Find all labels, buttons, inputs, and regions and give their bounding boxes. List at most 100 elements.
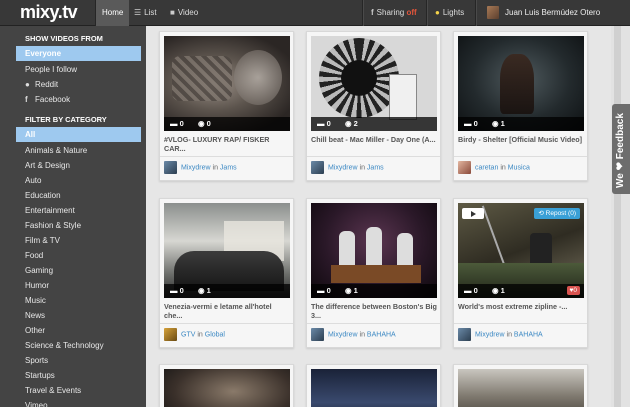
nav-home[interactable]: Home [96, 0, 130, 26]
feedback-tab[interactable]: We ❤ Feedback [612, 104, 630, 194]
sharing-state: off [406, 8, 417, 17]
channel-link[interactable]: Global [205, 331, 225, 338]
facebook-icon: f [25, 95, 28, 104]
nav-video[interactable]: ■ Video [164, 0, 204, 26]
video-thumbnail[interactable]: ▬ 0 ◉ 1 [458, 36, 584, 131]
category-art-design[interactable]: Art & Design [16, 158, 141, 173]
source-everyone[interactable]: Everyone [16, 46, 141, 61]
video-thumbnail[interactable] [164, 369, 290, 407]
play-icon[interactable] [462, 208, 484, 219]
video-card[interactable] [453, 364, 588, 407]
source-reddit[interactable]: ● Reddit [16, 77, 141, 92]
nav-separator [475, 0, 476, 26]
comment-count: ▬ 0 [317, 286, 331, 295]
category-education[interactable]: Education [16, 188, 141, 203]
video-thumbnail[interactable]: ▬ 0 ◉ 0 [164, 36, 290, 131]
video-thumbnail[interactable]: ▬ 0 ◉ 1 [164, 203, 290, 298]
logo[interactable]: mixy.tv [20, 2, 78, 23]
video-meta: Mixydrew in BAHAHA [458, 328, 543, 342]
category-science-technology[interactable]: Science & Technology [16, 338, 141, 353]
category-animals-nature[interactable]: Animals & Nature [16, 143, 141, 158]
video-thumbnail[interactable] [458, 369, 584, 407]
category-humor[interactable]: Humor [16, 278, 141, 293]
user-link[interactable]: Mixydrew [181, 164, 211, 171]
category-entertainment[interactable]: Entertainment [16, 203, 141, 218]
category-music[interactable]: Music [16, 293, 141, 308]
source-facebook[interactable]: f Facebook [16, 92, 141, 107]
category-startups[interactable]: Startups [16, 368, 141, 383]
video-title[interactable]: #VLOG- LUXURY RAP/ FISKER CAR... [164, 135, 290, 153]
video-card[interactable]: ▬ 0 ◉ 2 Chill beat - Mac Miller - Day On… [306, 31, 441, 181]
feedback-label: We ❤ Feedback [615, 113, 626, 188]
video-card[interactable]: ▬ 0 ◉ 1 Birdy - Shelter [Official Music … [453, 31, 588, 181]
nav-separator [426, 0, 427, 26]
video-card[interactable]: ▬ 0 ◉ 0 #VLOG- LUXURY RAP/ FISKER CAR...… [159, 31, 294, 181]
source-people-i-follow[interactable]: People I follow [16, 62, 141, 77]
lights-toggle[interactable]: ● Lights [429, 0, 470, 26]
user-link[interactable]: Mixydrew [328, 331, 358, 338]
nav-list[interactable]: ☰ List [128, 0, 163, 26]
in-label: in [212, 164, 218, 172]
category-film-tv[interactable]: Film & TV [16, 233, 141, 248]
comment-count: ▬ 0 [317, 119, 331, 128]
video-thumbnail[interactable]: ▬ 0 ◉ 2 [311, 36, 437, 131]
video-meta: Mixydrew in Jams [164, 161, 237, 175]
video-title[interactable]: Venezia-vermi e letame all'hotel che... [164, 302, 290, 320]
category-news[interactable]: News [16, 308, 141, 323]
category-sports[interactable]: Sports [16, 353, 141, 368]
video-card[interactable] [159, 364, 294, 407]
user-avatar[interactable] [164, 161, 177, 174]
scrollbar-thumb[interactable] [614, 26, 621, 407]
source-facebook-label: Facebook [35, 95, 71, 104]
user-link[interactable]: GTV [181, 331, 195, 338]
video-grid: ▬ 0 ◉ 0 #VLOG- LUXURY RAP/ FISKER CAR...… [146, 26, 611, 407]
category-gaming[interactable]: Gaming [16, 263, 141, 278]
sharing-toggle[interactable]: f Sharing off [365, 0, 423, 26]
channel-link[interactable]: Jams [367, 164, 384, 171]
user-avatar[interactable] [311, 328, 324, 341]
lightbulb-icon: ● [435, 8, 440, 17]
category-travel-events[interactable]: Travel & Events [16, 383, 141, 398]
user-avatar[interactable] [487, 6, 499, 19]
channel-link[interactable]: Musica [508, 164, 530, 171]
divider [160, 323, 293, 324]
video-card[interactable]: ▬ 0 ◉ 1 Venezia-vermi e letame all'hotel… [159, 198, 294, 348]
user-avatar[interactable] [164, 328, 177, 341]
top-bar: mixy.tv Home ☰ List ■ Video f Sharing off ●… [0, 0, 630, 26]
channel-link[interactable]: BAHAHA [514, 331, 543, 338]
user-link[interactable]: Mixydrew [328, 164, 358, 171]
list-icon: ☰ [134, 8, 142, 17]
video-thumbnail[interactable]: ▬ 0 ◉ 1 [311, 203, 437, 298]
user-name[interactable]: Juan Luis Bermúdez Otero [499, 0, 606, 26]
video-meta: GTV in Global [164, 328, 225, 342]
category-other[interactable]: Other [16, 323, 141, 338]
divider [307, 156, 440, 157]
video-title[interactable]: The difference between Boston's Big 3... [311, 302, 437, 320]
like-button[interactable]: ♥0 [566, 286, 580, 295]
category-all[interactable]: All [16, 127, 141, 142]
video-thumbnail[interactable]: ⟲ Repost (0) ▬ 0 ◉ 1 ♥0 [458, 203, 584, 298]
scrollbar[interactable] [611, 26, 630, 407]
channel-link[interactable]: BAHAHA [367, 331, 396, 338]
user-avatar[interactable] [458, 328, 471, 341]
category-food[interactable]: Food [16, 248, 141, 263]
video-title[interactable]: Chill beat - Mac Miller - Day One (A... [311, 135, 437, 144]
user-link[interactable]: Mixydrew [475, 331, 505, 338]
category-auto[interactable]: Auto [16, 173, 141, 188]
category-vimeo[interactable]: Vimeo [16, 398, 141, 407]
reddit-icon: ● [25, 80, 30, 89]
video-card[interactable]: ⟲ Repost (0) ▬ 0 ◉ 1 ♥0 World's most ext… [453, 198, 588, 348]
user-link[interactable]: caretan [475, 164, 498, 171]
user-avatar[interactable] [311, 161, 324, 174]
category-fashion-style[interactable]: Fashion & Style [16, 218, 141, 233]
channel-link[interactable]: Jams [220, 164, 237, 171]
video-title[interactable]: Birdy - Shelter [Official Music Video] [458, 135, 584, 144]
in-label: in [197, 331, 203, 339]
video-card[interactable] [306, 364, 441, 407]
repost-button[interactable]: ⟲ Repost (0) [534, 208, 580, 219]
video-card[interactable]: ▬ 0 ◉ 1 The difference between Boston's … [306, 198, 441, 348]
video-thumbnail[interactable] [311, 369, 437, 407]
user-avatar[interactable] [458, 161, 471, 174]
video-title[interactable]: World's most extreme zipline -... [458, 302, 584, 311]
view-count: ◉ 0 [198, 119, 211, 128]
